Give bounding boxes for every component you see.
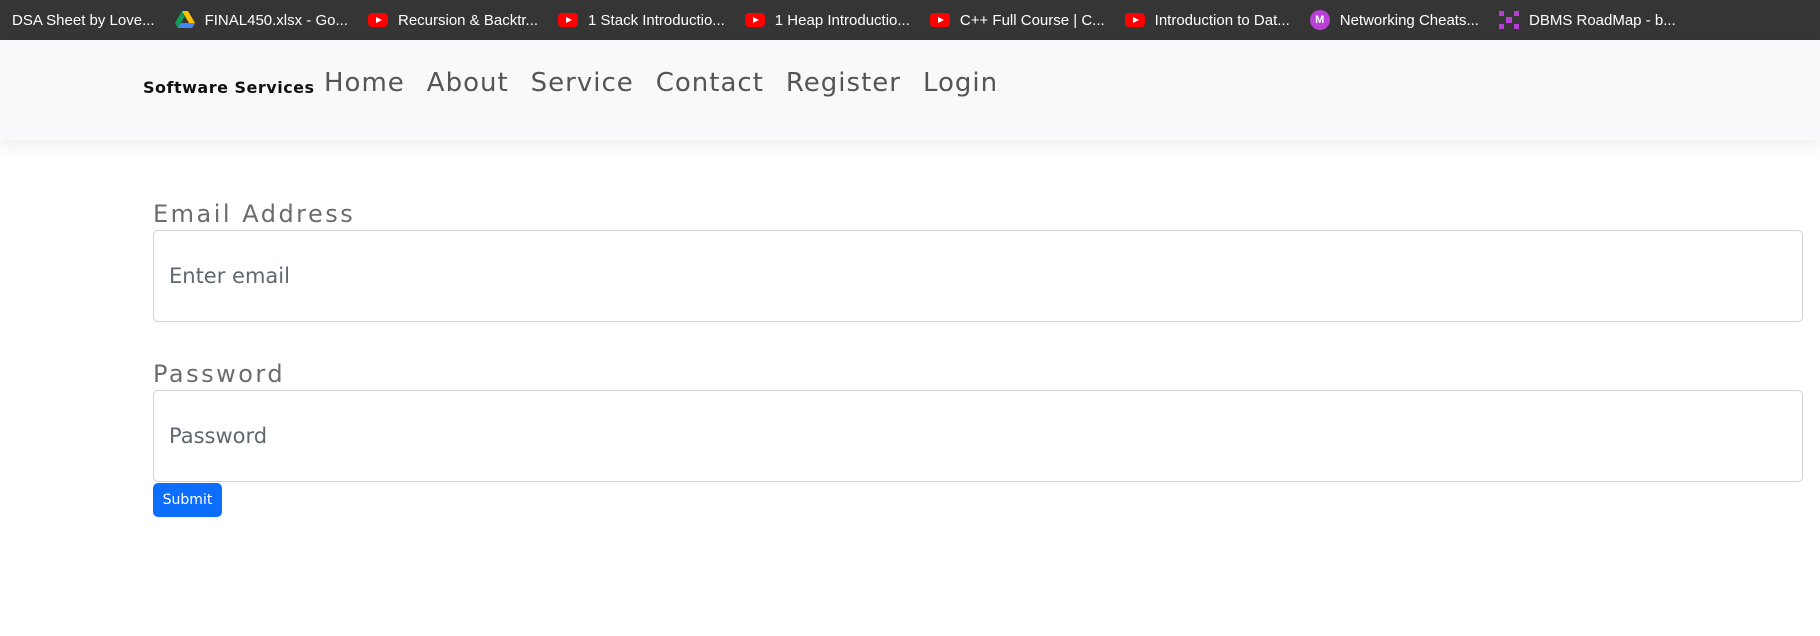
bookmark-label: 1 Stack Introductio...: [588, 11, 725, 29]
roadmap-icon: [1498, 10, 1519, 30]
nav-link-home[interactable]: Home: [324, 68, 405, 98]
bookmarks-bar: DSA Sheet by Love... FINAL450.xlsx - Go.…: [0, 0, 1820, 40]
bookmark-heap[interactable]: 1 Heap Introductio...: [744, 10, 910, 30]
email-field[interactable]: [153, 230, 1803, 322]
navbar: Software Services Home About Service Con…: [0, 40, 1820, 140]
youtube-icon: [367, 10, 388, 30]
bookmark-recursion[interactable]: Recursion & Backtr...: [367, 10, 539, 30]
password-label: Password: [153, 360, 286, 388]
bookmark-dbms-roadmap[interactable]: DBMS RoadMap - b...: [1498, 10, 1676, 30]
bookmark-label: DBMS RoadMap - b...: [1528, 11, 1676, 29]
bookmark-final450[interactable]: FINAL450.xlsx - Go...: [174, 10, 348, 30]
bookmark-label: Introduction to Dat...: [1154, 11, 1290, 29]
youtube-icon: [744, 10, 765, 30]
bookmark-label: FINAL450.xlsx - Go...: [204, 11, 348, 29]
nav-link-service[interactable]: Service: [531, 68, 634, 98]
navbar-brand[interactable]: Software Services: [143, 78, 315, 97]
youtube-icon: [929, 10, 950, 30]
nav-link-register[interactable]: Register: [786, 68, 901, 98]
bookmark-cpp-course[interactable]: C++ Full Course | C...: [929, 10, 1105, 30]
nav-link-login[interactable]: Login: [923, 68, 998, 98]
email-label: Email Address: [153, 200, 356, 228]
nav-link-contact[interactable]: Contact: [656, 68, 764, 98]
bookmark-label: DSA Sheet by Love...: [12, 11, 155, 29]
bookmark-label: Recursion & Backtr...: [397, 11, 539, 29]
bookmark-label: Networking Cheats...: [1339, 11, 1479, 29]
bookmark-label: C++ Full Course | C...: [959, 11, 1105, 29]
submit-button[interactable]: Submit: [153, 483, 222, 517]
password-field[interactable]: [153, 390, 1803, 482]
bookmark-networking[interactable]: M Networking Cheats...: [1309, 10, 1479, 30]
bookmark-label: 1 Heap Introductio...: [774, 11, 910, 29]
google-drive-icon: [174, 10, 195, 30]
bookmark-intro-data[interactable]: Introduction to Dat...: [1124, 10, 1290, 30]
nav-link-about[interactable]: About: [427, 68, 509, 98]
nav-links: Home About Service Contact Register Logi…: [324, 68, 998, 98]
bookmark-dsa-sheet[interactable]: DSA Sheet by Love...: [12, 12, 155, 29]
login-form: Email Address Password Submit: [153, 200, 1803, 517]
youtube-icon: [558, 10, 579, 30]
m-icon: M: [1309, 10, 1330, 30]
youtube-icon: [1124, 10, 1145, 30]
bookmark-stack[interactable]: 1 Stack Introductio...: [558, 10, 725, 30]
